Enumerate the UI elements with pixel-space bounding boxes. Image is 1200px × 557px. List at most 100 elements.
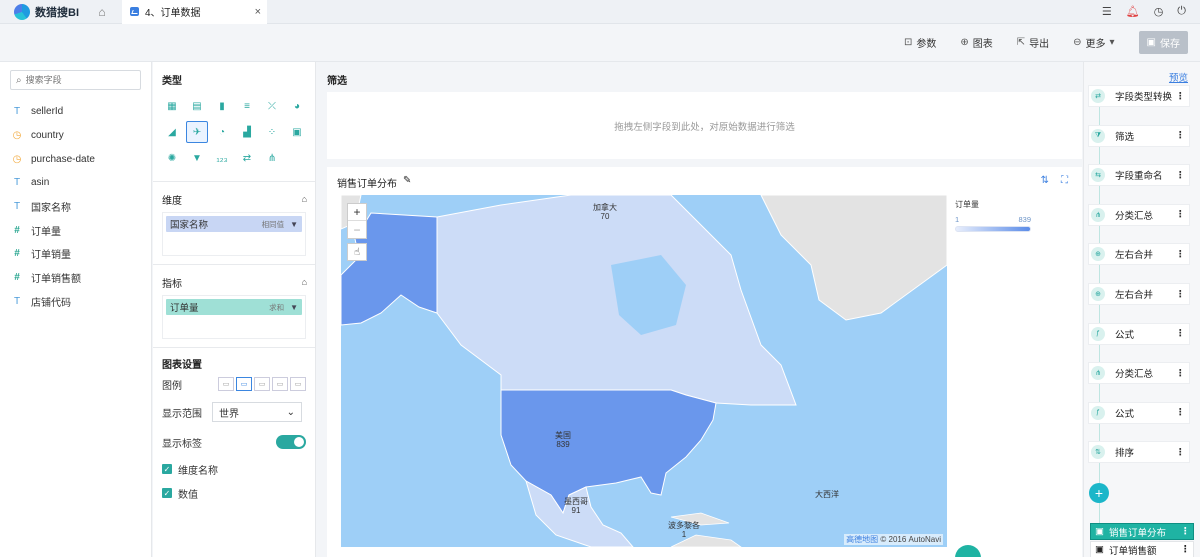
step-item[interactable]: ⧩ 筛选 ⋮ — [1088, 124, 1190, 147]
pie-chart-icon[interactable]: ◕ — [286, 95, 308, 117]
preview-link[interactable]: 预览 — [1169, 70, 1188, 84]
fullscreen-icon[interactable]: ⛶ — [1061, 175, 1068, 186]
dimension-pill-sub: 相同值 — [261, 219, 285, 229]
map-view[interactable]: + − ☝ 加拿大 70 美国 839 墨西哥 91 波多黎各 1 大西洋 高德地图 © 20… — [341, 195, 947, 547]
funnel-icon[interactable]: ▼ — [186, 147, 208, 169]
step-item[interactable]: ⇅ 排序 ⋮ — [1088, 441, 1190, 464]
chart-button[interactable]: ⊕ 图表 — [960, 35, 992, 50]
sort-icon[interactable]: ⇅ — [1041, 175, 1049, 186]
tree-icon[interactable]: ⋔ — [261, 147, 283, 169]
lock-icon[interactable]: ⌂ — [302, 194, 307, 204]
more-vertical-icon[interactable]: ⋮ — [1176, 249, 1186, 260]
field-item[interactable]: ◷ purchase-date — [0, 147, 151, 171]
legend-right-icon[interactable]: ▭ — [236, 377, 252, 391]
close-icon[interactable]: × — [255, 6, 261, 18]
more-vertical-icon[interactable]: ⋮ — [1176, 289, 1186, 300]
value-checkbox[interactable]: ✓ 数值 — [153, 481, 315, 505]
region-value: 1 — [681, 530, 687, 539]
more-vertical-icon[interactable]: ⋮ — [1176, 447, 1186, 458]
horizontal-bar-icon[interactable]: ≡ — [236, 95, 258, 117]
clock-icon[interactable]: ◷ — [1154, 5, 1164, 18]
legend-bottom-icon[interactable]: ▭ — [290, 377, 306, 391]
radar-icon[interactable]: ✺ — [161, 147, 183, 169]
zoom-out-button[interactable]: − — [348, 221, 366, 238]
pan-hand-icon[interactable]: ☝ — [347, 243, 367, 261]
legend-none-icon[interactable]: ▭ — [218, 377, 234, 391]
app-logo[interactable]: 数猎搜BI — [0, 3, 90, 20]
flow-icon[interactable]: ⇄ — [236, 147, 258, 169]
kpi-card-icon[interactable]: ▣ — [286, 121, 308, 143]
area-map-icon[interactable]: ◢ — [161, 121, 183, 143]
pivot-table-icon[interactable]: ▤ — [186, 95, 208, 117]
caret-down-icon[interactable]: ▼ — [290, 303, 298, 312]
result-item[interactable]: ▣ 销售订单分布 ⋮ — [1090, 523, 1194, 540]
more-vertical-icon[interactable]: ⋮ — [1176, 407, 1186, 418]
map-chart-icon[interactable]: ✈ — [186, 121, 208, 143]
more-vertical-icon[interactable]: ⋮ — [1176, 209, 1186, 220]
step-item[interactable]: ⇄ 字段类型转换 ⋮ — [1088, 85, 1190, 107]
dimension-name-checkbox[interactable]: ✓ 维度名称 — [153, 457, 315, 481]
search-input[interactable] — [25, 75, 126, 85]
more-vertical-icon[interactable]: ⋮ — [1176, 91, 1186, 102]
edit-icon[interactable]: ✎ — [403, 175, 411, 190]
step-item[interactable]: ƒ 公式 ⋮ — [1088, 322, 1190, 345]
save-label: 保存 — [1160, 39, 1180, 50]
more-vertical-icon[interactable]: ⋮ — [1176, 130, 1186, 141]
more-vertical-icon[interactable]: ⋮ — [1176, 368, 1186, 379]
add-step-button[interactable]: + — [1089, 483, 1109, 503]
step-item[interactable]: ⊕ 左右合并 ⋮ — [1088, 283, 1190, 305]
combo-chart-icon[interactable]: ▟ — [236, 121, 258, 143]
legend-left-icon[interactable]: ▭ — [254, 377, 270, 391]
list-icon[interactable]: ☰ — [1102, 5, 1112, 18]
more-button[interactable]: ⊖ 更多 ▾ — [1073, 35, 1114, 50]
lock-icon[interactable]: ⌂ — [302, 277, 307, 287]
field-item[interactable]: T 国家名称 — [0, 195, 151, 219]
legend-top-icon[interactable]: ▭ — [272, 377, 288, 391]
region-name: 美国 — [555, 431, 571, 440]
caret-down-icon[interactable]: ▼ — [290, 220, 298, 229]
step-item[interactable]: ⊕ 左右合并 ⋮ — [1088, 243, 1190, 266]
power-icon[interactable]: ⏻ — [1177, 5, 1186, 18]
legend-gradient-bar[interactable] — [955, 226, 1031, 232]
more-vertical-icon[interactable]: ⋮ — [1176, 170, 1186, 181]
field-item[interactable]: # 订单销售额 — [0, 266, 151, 290]
check-icon: ✓ — [162, 464, 172, 474]
chart-settings-title: 图表设置 — [162, 360, 202, 371]
table-icon[interactable]: ▦ — [161, 95, 183, 117]
zoom-in-button[interactable]: + — [348, 204, 366, 221]
map-brand: 高德地图 — [846, 535, 879, 544]
field-item[interactable]: # 订单量 — [0, 218, 151, 242]
field-item[interactable]: ◷ country — [0, 124, 151, 148]
field-search[interactable]: ⌕ — [10, 70, 141, 90]
more-vertical-icon[interactable]: ⋮ — [1181, 526, 1191, 537]
result-item[interactable]: ▣ 订单销售额 ⋮ — [1090, 541, 1194, 557]
scatter-icon[interactable]: ⁘ — [261, 121, 283, 143]
show-labels-toggle[interactable] — [276, 435, 306, 449]
save-button[interactable]: ▣ 保存 — [1138, 31, 1188, 54]
more-vertical-icon[interactable]: ⋮ — [1176, 328, 1186, 339]
filter-drop-zone[interactable]: 拖拽左侧字段到此处，对原始数据进行筛选 — [327, 92, 1082, 159]
step-item[interactable]: ⋔ 分类汇总 ⋮ — [1088, 362, 1190, 385]
step-item[interactable]: ⇆ 字段重命名 ⋮ — [1088, 164, 1190, 187]
line-chart-icon[interactable]: ⤫ — [261, 95, 283, 117]
field-item[interactable]: TsellerId — [0, 100, 151, 124]
bell-icon[interactable]: 🔔︎ — [1126, 5, 1140, 18]
number-card-icon[interactable]: ₁₂₃ — [211, 147, 233, 169]
field-item[interactable]: # 订单销量 — [0, 242, 151, 266]
step-item[interactable]: ƒ 公式 ⋮ — [1088, 401, 1190, 424]
dimension-drop-zone[interactable]: 国家名称 相同值 ▼ — [162, 212, 306, 256]
range-select[interactable]: 世界 ⌄ — [212, 402, 302, 422]
more-vertical-icon[interactable]: ⋮ — [1181, 544, 1191, 555]
gauge-icon[interactable]: ◔ — [211, 121, 233, 143]
step-item[interactable]: ⋔ 分类汇总 ⋮ — [1088, 203, 1190, 226]
field-item[interactable]: T 店铺代码 — [0, 290, 151, 314]
field-item[interactable]: Tasin — [0, 171, 151, 195]
measure-pill[interactable]: 订单量 求和 ▼ — [166, 299, 302, 315]
dimension-pill[interactable]: 国家名称 相同值 ▼ — [166, 216, 302, 232]
bar-chart-icon[interactable]: ▮ — [211, 95, 233, 117]
home-icon[interactable]: ⌂ — [90, 5, 114, 19]
tab-order-data[interactable]: 4、订单数据 × — [122, 0, 267, 24]
export-button[interactable]: ⇱ 导出 — [1017, 35, 1049, 50]
params-button[interactable]: ⊡ 参数 — [904, 35, 936, 50]
measure-drop-zone[interactable]: 订单量 求和 ▼ — [162, 295, 306, 339]
